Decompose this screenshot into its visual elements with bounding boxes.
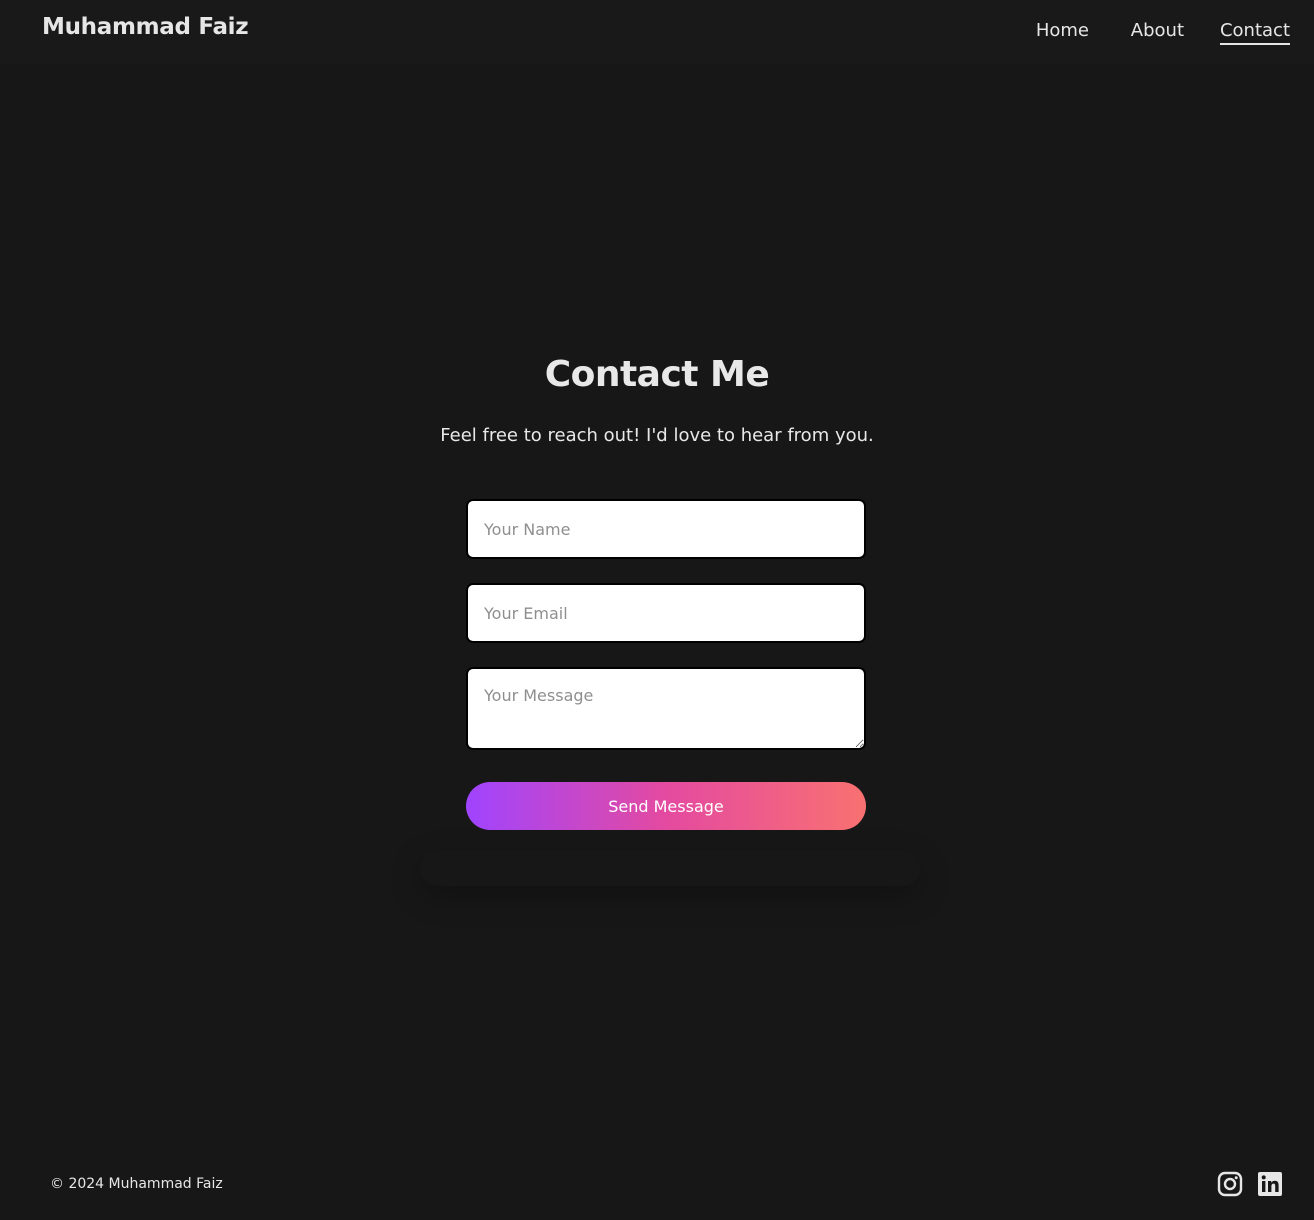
message-textarea[interactable] bbox=[466, 667, 866, 750]
site-header: Muhammad Faiz Home About Contact bbox=[0, 0, 1314, 64]
email-input[interactable] bbox=[466, 583, 866, 643]
copyright-text: © 2024 Muhammad Faiz bbox=[50, 1176, 223, 1192]
nav-about-link[interactable]: About bbox=[1131, 20, 1184, 41]
instagram-link[interactable] bbox=[1217, 1171, 1243, 1197]
send-message-button[interactable]: Send Message bbox=[466, 782, 866, 830]
nav-home-link[interactable]: Home bbox=[1036, 20, 1089, 41]
name-input[interactable] bbox=[466, 499, 866, 559]
page: Muhammad Faiz Home About Contact Contact… bbox=[0, 0, 1314, 1220]
linkedin-icon bbox=[1257, 1171, 1283, 1197]
brand-logo[interactable]: Muhammad Faiz bbox=[42, 14, 249, 40]
linkedin-link[interactable] bbox=[1257, 1171, 1283, 1197]
page-subtitle: Feel free to reach out! I'd love to hear… bbox=[440, 425, 874, 446]
page-title: Contact Me bbox=[544, 354, 770, 395]
site-footer: © 2024 Muhammad Faiz bbox=[0, 1150, 1314, 1220]
nav-contact-link[interactable]: Contact bbox=[1219, 20, 1290, 45]
contact-section: Contact Me Feel free to reach out! I'd l… bbox=[0, 0, 1314, 1220]
form-shadow bbox=[420, 850, 920, 886]
instagram-icon bbox=[1217, 1171, 1243, 1197]
